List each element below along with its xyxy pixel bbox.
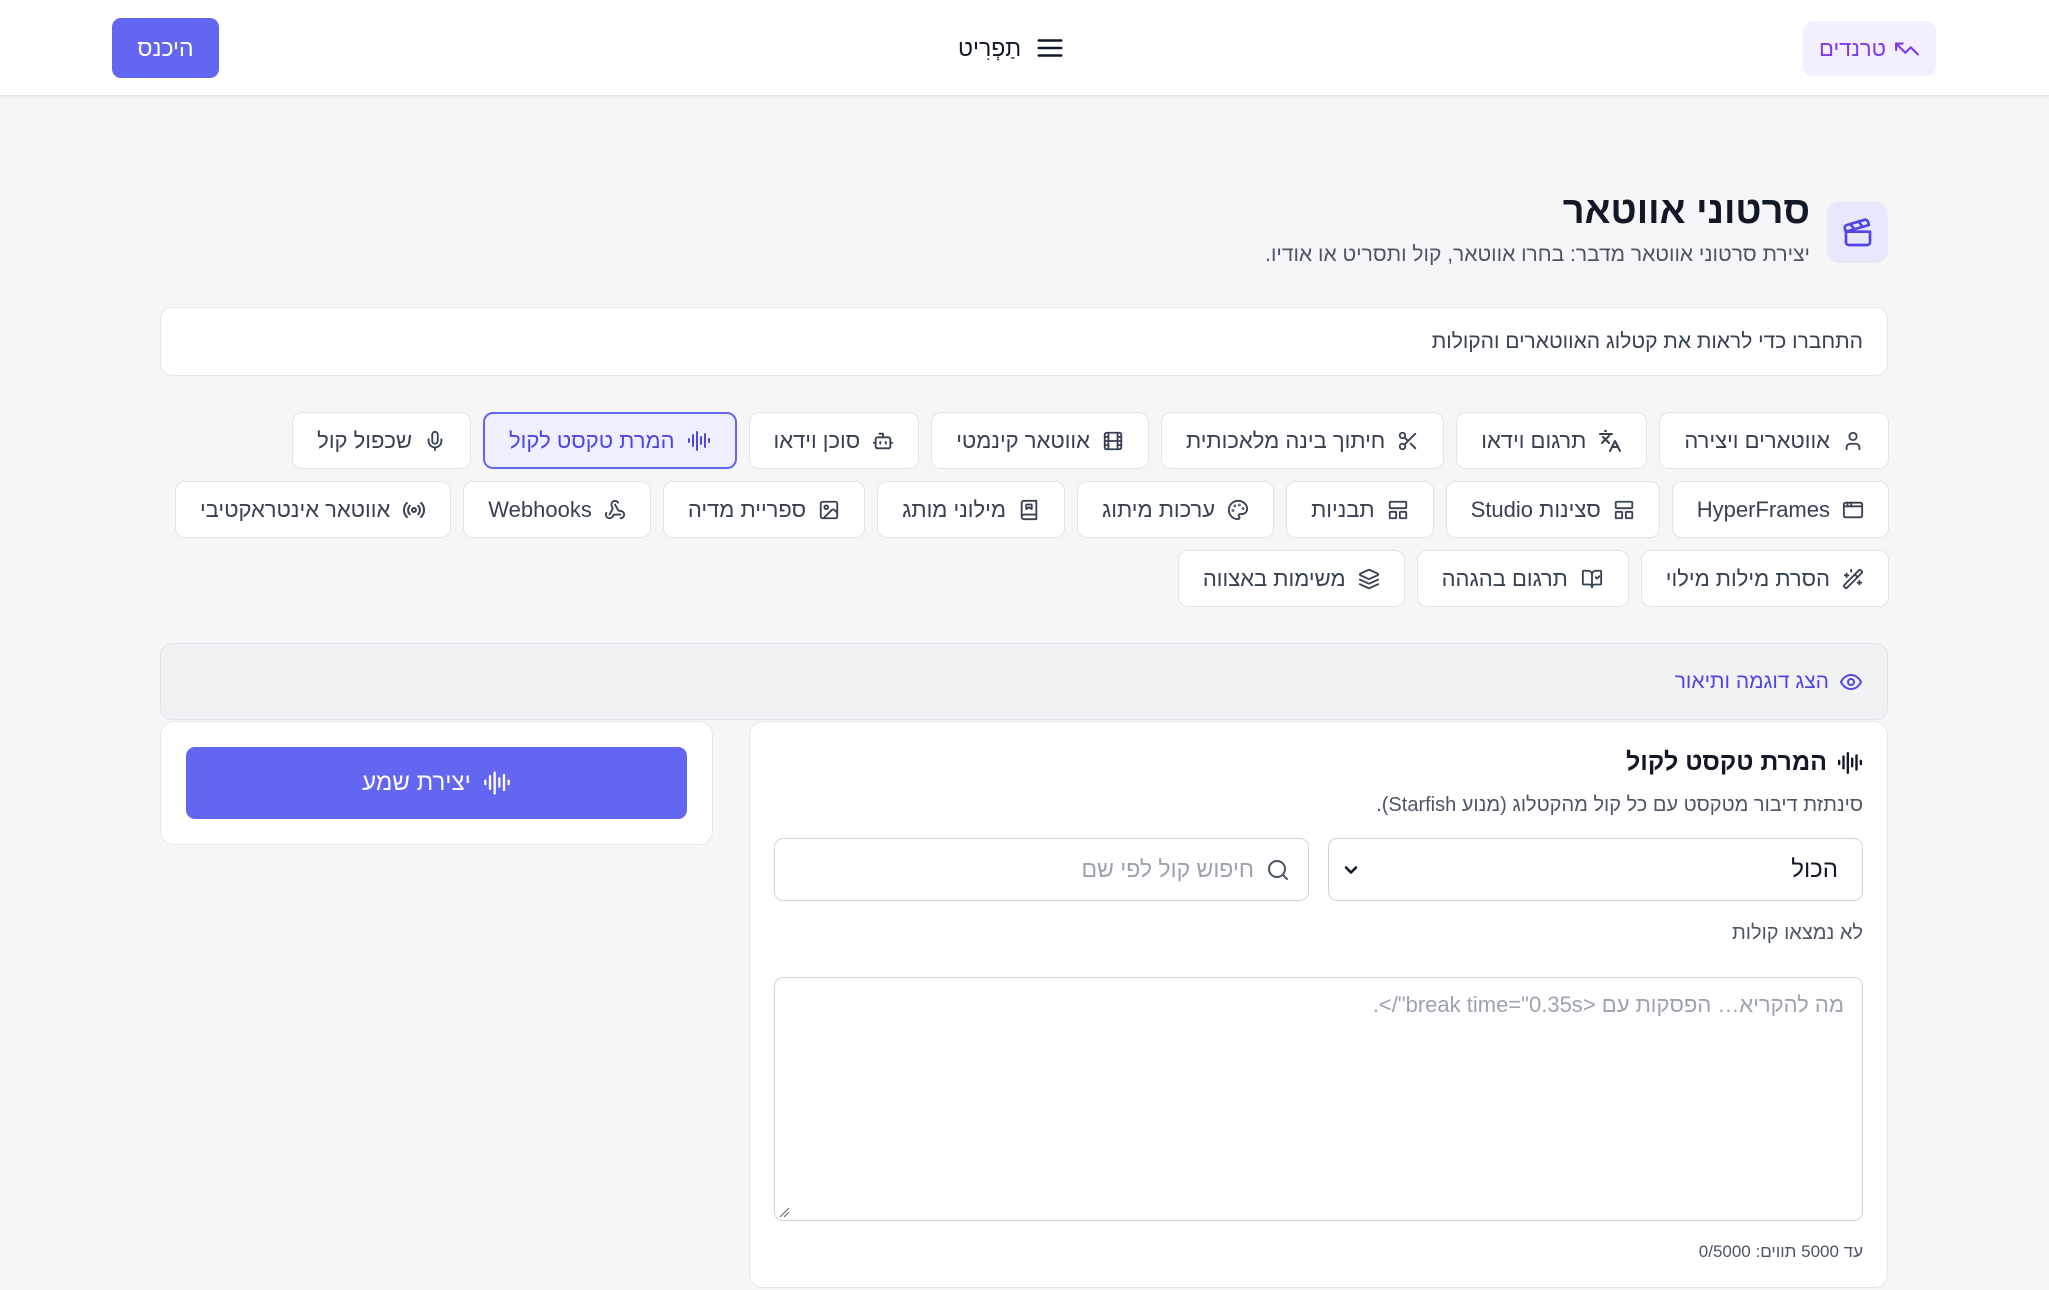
show-demo-label: הצג דוגמה ותיאור — [1674, 669, 1829, 693]
microphone-icon — [427, 430, 443, 451]
login-button[interactable]: היכנס — [112, 18, 219, 78]
chevron-down-icon — [1344, 865, 1358, 874]
feature-tabs-row-1: אווטארים ויצירה תרגום וידאו חיתוך בינה מ… — [292, 412, 1889, 469]
tab-ai-clipping[interactable]: חיתוך בינה מלאכותית — [1160, 412, 1445, 469]
tab-label: תרגום בהגהה — [1441, 565, 1568, 591]
clapperboard-icon — [1827, 202, 1888, 263]
feature-tabs-row-3: הסרת מילות מילוי תרגום בהגהה משימות באצו… — [1177, 550, 1889, 607]
tab-label: המרת טקסט לקול — [509, 427, 675, 453]
layout-icon — [1614, 500, 1633, 519]
tab-interactive-avatar[interactable]: אווטאר אינטראקטיבי — [174, 481, 452, 538]
layers-icon — [1358, 568, 1379, 589]
tab-text-to-speech[interactable]: המרת טקסט לקול — [483, 412, 737, 469]
tab-label: HyperFrames — [1696, 496, 1830, 522]
tab-batch-jobs[interactable]: משימות באצווה — [1177, 550, 1405, 607]
voice-search-input[interactable] — [834, 856, 1254, 883]
image-icon — [819, 500, 839, 519]
connect-prompt-text: התחברו כדי לראות את קטלוג האווטארים והקו… — [1431, 329, 1863, 353]
tab-label: ספריית מדיה — [687, 496, 807, 522]
tab-studio-scenes[interactable]: סצינות Studio — [1445, 481, 1660, 538]
tab-webhooks[interactable]: Webhooks — [463, 481, 651, 538]
voice-search-field[interactable] — [774, 838, 1309, 901]
tts-heading: המרת טקסט לקול — [1626, 748, 1863, 777]
tab-label: סוכן וידאו — [773, 427, 861, 453]
tab-filler-removal[interactable]: הסרת מילות מילוי — [1640, 550, 1889, 607]
no-voices-message: לא נמצאו קולות — [1731, 922, 1863, 944]
audio-wave-icon — [1837, 751, 1863, 774]
hamburger-menu-icon — [1037, 39, 1063, 57]
tab-label: מילוני מותג — [902, 496, 1006, 522]
tab-label: חיתוך בינה מלאכותית — [1185, 427, 1386, 453]
trends-label: טרנדים — [1818, 35, 1887, 61]
tab-label: שכפול קול — [317, 427, 413, 453]
bot-icon — [873, 432, 894, 449]
tab-label: ערכות מיתוג — [1101, 496, 1216, 522]
scissors-icon — [1399, 431, 1417, 450]
menu-label: תַפְרִיט — [958, 34, 1022, 61]
menu-button[interactable]: תַפְרִיט — [958, 28, 1065, 68]
speech-text-input[interactable] — [774, 977, 1863, 1221]
book-check-icon — [1581, 569, 1602, 588]
tab-label: אווטארים ויצירה — [1684, 427, 1830, 453]
tab-label: תבניות — [1311, 496, 1375, 522]
character-counter: עד 5000 תווים: 0/5000 — [1698, 1242, 1863, 1261]
tab-label: סצינות Studio — [1470, 496, 1601, 522]
audio-wave-icon — [483, 771, 510, 795]
tab-label: משימות באצווה — [1202, 565, 1346, 591]
tab-cinematic-avatar[interactable]: אווטאר קינמטי — [931, 412, 1149, 469]
eye-icon — [1840, 673, 1862, 690]
tab-hyperframes[interactable]: HyperFrames — [1671, 481, 1889, 538]
tab-media-library[interactable]: ספריית מדיה — [662, 481, 866, 538]
voice-filter-value: הכול — [1791, 855, 1838, 883]
show-demo-toggle[interactable]: הצג דוגמה ותיאור — [160, 643, 1888, 720]
film-icon — [1103, 431, 1123, 450]
voice-filter-select[interactable]: הכול — [1328, 838, 1863, 901]
book-icon — [1020, 499, 1038, 520]
page-title: סרטוני אווטאר — [1562, 190, 1810, 232]
generate-audio-label: יצירת שמע — [362, 769, 471, 796]
tab-label: תרגום וידאו — [1481, 427, 1587, 453]
page-subtitle: יצירת סרטוני אווטאר מדבר: בחרו אווטאר, ק… — [1265, 243, 1810, 266]
feature-tabs-row-2: HyperFrames סצינות Studio תבניות ערכות מ… — [174, 481, 1889, 538]
browser-window-icon — [1842, 501, 1864, 518]
tab-templates[interactable]: תבניות — [1286, 481, 1434, 538]
tab-brand-kits[interactable]: ערכות מיתוג — [1076, 481, 1275, 538]
tts-description: סינתזת דיבור מטקסט עם כל קול מהקטלוג (מנ… — [1376, 794, 1863, 816]
webhook-icon — [604, 499, 625, 519]
tab-brand-glossaries[interactable]: מילוני מותג — [877, 481, 1065, 538]
tab-label: אווטאר קינמטי — [956, 427, 1090, 453]
tab-proofread-translation[interactable]: תרגום בהגהה — [1416, 550, 1629, 607]
connect-prompt: התחברו כדי לראות את קטלוג האווטארים והקו… — [160, 307, 1888, 376]
trends-button[interactable]: טרנדים — [1803, 21, 1936, 76]
resize-handle-icon[interactable] — [778, 1206, 790, 1218]
tab-label: אווטאר אינטראקטיבי — [199, 496, 391, 522]
tab-label: הסרת מילות מילוי — [1665, 565, 1830, 591]
trending-up-icon — [1895, 42, 1919, 55]
tab-label: Webhooks — [488, 496, 592, 522]
audio-wave-icon — [687, 430, 710, 451]
tab-voice-clone[interactable]: שכפול קול — [292, 412, 472, 469]
tab-video-agent[interactable]: סוכן וידאו — [748, 412, 920, 469]
user-icon — [1845, 431, 1861, 450]
magic-wand-icon — [1842, 568, 1864, 589]
palette-icon — [1227, 499, 1249, 520]
tts-title: המרת טקסט לקול — [1626, 748, 1827, 776]
top-nav-bar: טרנדים תַפְרִיט היכנס — [0, 0, 2049, 96]
translate-icon — [1599, 429, 1622, 452]
tab-video-translation[interactable]: תרגום וידאו — [1456, 412, 1648, 469]
tab-avatars-creation[interactable]: אווטארים ויצירה — [1659, 412, 1889, 469]
broadcast-icon — [403, 501, 426, 518]
generate-panel: יצירת שמע — [160, 721, 713, 845]
generate-audio-button[interactable]: יצירת שמע — [186, 747, 687, 819]
text-to-speech-panel: המרת טקסט לקול סינתזת דיבור מטקסט עם כל … — [749, 721, 1888, 1288]
search-icon — [1268, 859, 1288, 880]
layout-icon — [1388, 500, 1407, 519]
